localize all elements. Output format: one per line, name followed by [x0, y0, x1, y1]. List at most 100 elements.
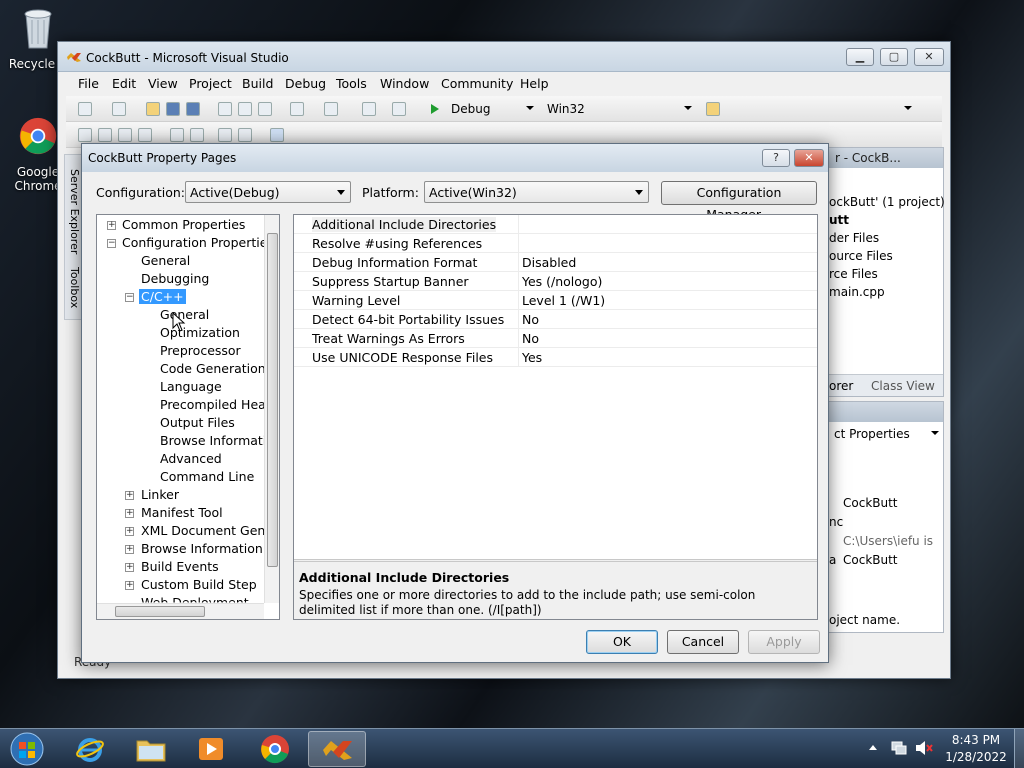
cut-icon[interactable] [218, 102, 232, 116]
expand-icon[interactable]: + [125, 581, 134, 590]
paste-icon[interactable] [258, 102, 272, 116]
ok-button[interactable]: OK [586, 630, 658, 654]
tree-browse-information[interactable]: Browse Information [141, 541, 263, 556]
dialog-title-bar[interactable]: CockButt Property Pages ? ✕ [82, 144, 828, 172]
tree-xml-document-generator[interactable]: XML Document Genera [141, 523, 279, 538]
start-button-icon[interactable] [8, 731, 46, 767]
tree-debugging[interactable]: Debugging [141, 271, 209, 286]
tree-cpp-output-files[interactable]: Output Files [160, 415, 235, 430]
tree-cpp-code-generation[interactable]: Code Generation [160, 361, 266, 376]
grid-row-value[interactable]: Yes (/nologo) [522, 274, 602, 289]
grid-row[interactable]: Debug Information Format Disabled [294, 253, 817, 272]
new-project-icon[interactable] [78, 102, 92, 116]
collapse-icon[interactable]: − [125, 293, 134, 302]
tree-configuration-properties[interactable]: Configuration Properties [122, 235, 274, 250]
grid-row-value[interactable]: Disabled [522, 255, 576, 270]
prop-row-3-value[interactable]: CockButt [843, 553, 898, 567]
tree-linker[interactable]: Linker [141, 487, 179, 502]
solution-configuration-combo[interactable]: Debug [446, 99, 538, 119]
show-hidden-icons-icon[interactable] [868, 743, 878, 751]
grid-row[interactable]: Additional Include Directories [294, 215, 817, 234]
menu-debug[interactable]: Debug [285, 76, 326, 91]
project-node[interactable]: utt [829, 213, 849, 227]
menu-view[interactable]: View [148, 76, 178, 91]
menu-project[interactable]: Project [189, 76, 232, 91]
solution-explorer-tab[interactable]: orer [829, 379, 853, 393]
tree-vscroll-thumb[interactable] [267, 233, 278, 567]
minimize-button[interactable]: ▁ [846, 48, 874, 66]
menu-community[interactable]: Community [441, 76, 513, 91]
grid-row[interactable]: Resolve #using References [294, 234, 817, 253]
vs-title-bar[interactable]: CockButt - Microsoft Visual Studio ▁ ▢ ✕ [58, 42, 950, 72]
toolbox-tab[interactable]: Toolbox [68, 267, 81, 308]
cancel-button[interactable]: Cancel [667, 630, 739, 654]
toolbar-icon-2[interactable] [98, 128, 112, 142]
menu-tools[interactable]: Tools [336, 76, 367, 91]
server-explorer-tab[interactable]: Server Explorer [68, 169, 81, 254]
tree-cpp-browse-information[interactable]: Browse Information [160, 433, 279, 448]
toolbar-icon-5[interactable] [170, 128, 184, 142]
class-view-tab[interactable]: Class View [871, 379, 935, 393]
show-desktop-button[interactable] [1014, 729, 1024, 768]
dialog-close-button[interactable]: ✕ [794, 149, 824, 167]
toolbar-icon-4[interactable] [138, 128, 152, 142]
find-combo[interactable] [726, 99, 916, 119]
platform-dropdown[interactable]: Active(Win32) [424, 181, 649, 203]
save-all-icon[interactable] [186, 102, 200, 116]
expand-icon[interactable]: + [125, 563, 134, 572]
collapse-icon[interactable]: − [107, 239, 116, 248]
navigate-forward-icon[interactable] [392, 102, 406, 116]
toolbar-icon-8[interactable] [238, 128, 252, 142]
clock-time[interactable]: 8:43 PM [946, 733, 1006, 747]
grid-row[interactable]: Suppress Startup Banner Yes (/nologo) [294, 272, 817, 291]
tree-vertical-scrollbar[interactable] [264, 215, 279, 603]
menu-help[interactable]: Help [520, 76, 549, 91]
grid-row-value[interactable]: No [522, 331, 539, 346]
menu-window[interactable]: Window [380, 76, 429, 91]
taskbar-file-explorer[interactable] [122, 731, 180, 767]
prop-row-1-value[interactable]: CockButt [843, 496, 898, 510]
add-item-icon[interactable] [112, 102, 126, 116]
main-cpp-node[interactable]: main.cpp [829, 285, 885, 299]
grid-row-value[interactable]: No [522, 312, 539, 327]
tree-cpp-command-line[interactable]: Command Line [160, 469, 254, 484]
taskbar-chrome[interactable] [246, 731, 304, 767]
expand-icon[interactable]: + [125, 527, 134, 536]
toolbar-icon-1[interactable] [78, 128, 92, 142]
clock-date[interactable]: 1/28/2022 [940, 750, 1012, 764]
menu-edit[interactable]: Edit [112, 76, 136, 91]
menu-file[interactable]: File [78, 76, 99, 91]
help-button[interactable]: ? [762, 149, 790, 167]
properties-object-combo[interactable]: ct Properties [829, 424, 943, 444]
find-in-files-icon[interactable] [706, 102, 720, 116]
maximize-button[interactable]: ▢ [880, 48, 908, 66]
configuration-manager-button[interactable]: Configuration Manager... [661, 181, 817, 222]
toolbar-icon-7[interactable] [218, 128, 232, 142]
taskbar-media-player[interactable] [182, 731, 240, 767]
configuration-dropdown[interactable]: Active(Debug) [185, 181, 351, 203]
solution-node[interactable]: ockButt' (1 project) [829, 195, 945, 209]
grid-row-value[interactable]: Level 1 (/W1) [522, 293, 605, 308]
open-icon[interactable] [146, 102, 160, 116]
grid-row[interactable]: Treat Warnings As Errors No [294, 329, 817, 348]
prop-row-2-value[interactable]: C:\Users\iefu is [843, 534, 933, 548]
solution-platform-combo[interactable]: Win32 [542, 99, 696, 119]
grid-row[interactable]: Detect 64-bit Portability Issues No [294, 310, 817, 329]
grid-row-value[interactable]: Yes [522, 350, 542, 365]
tree-common-properties[interactable]: Common Properties [122, 217, 245, 232]
apply-button[interactable]: Apply [748, 630, 820, 654]
taskbar-internet-explorer[interactable] [60, 731, 118, 767]
save-icon[interactable] [166, 102, 180, 116]
tree-horizontal-scrollbar[interactable] [97, 603, 264, 619]
tree-cpp-preprocessor[interactable]: Preprocessor [160, 343, 241, 358]
tree-general[interactable]: General [141, 253, 190, 268]
expand-icon[interactable]: + [107, 221, 116, 230]
volume-muted-icon[interactable] [914, 740, 934, 756]
taskbar-visual-studio[interactable] [308, 731, 366, 767]
tree-build-events[interactable]: Build Events [141, 559, 219, 574]
tree-cpp-language[interactable]: Language [160, 379, 222, 394]
grid-row[interactable]: Use UNICODE Response Files Yes [294, 348, 817, 367]
network-icon[interactable] [890, 740, 908, 756]
expand-icon[interactable]: + [125, 491, 134, 500]
tree-manifest-tool[interactable]: Manifest Tool [141, 505, 223, 520]
